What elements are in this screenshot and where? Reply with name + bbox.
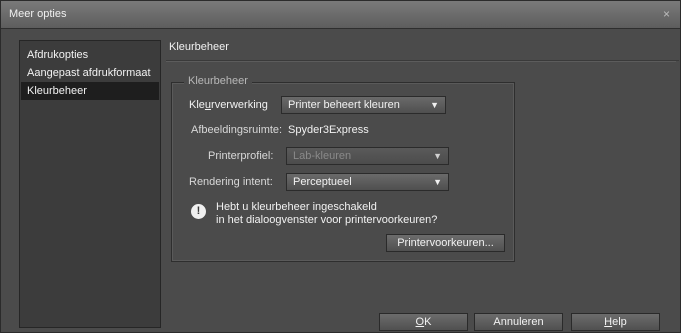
printer-profile-value: Lab-kleuren (293, 150, 352, 162)
info-line-2: in het dialoogvenster voor printervoorke… (216, 214, 438, 226)
sidebar: Afdrukopties Aangepast afdrukformaat Kle… (19, 40, 161, 328)
page-title: Kleurbeheer (166, 40, 679, 61)
more-options-dialog: Meer opties × Afdrukopties Aangepast afd… (0, 0, 681, 333)
image-space-label: Afbeeldingsruimte: (191, 124, 283, 136)
color-handling-label: Kleurverwerking (189, 99, 268, 111)
dialog-title: Meer opties (9, 8, 67, 20)
chevron-down-icon: ▼ (433, 151, 442, 161)
rendering-intent-value: Perceptueel (293, 176, 352, 188)
printer-preferences-button[interactable]: Printervoorkeuren... (386, 234, 505, 252)
printer-profile-dropdown: Lab-kleuren ▼ (286, 147, 449, 165)
color-handling-value: Printer beheert kleuren (288, 99, 400, 111)
info-message: Hebt u kleurbeheer ingeschakeld in het d… (216, 201, 496, 227)
title-divider (166, 61, 676, 62)
cancel-button[interactable]: Annuleren (474, 313, 563, 331)
group-legend: Kleurbeheer (184, 75, 252, 87)
sidebar-item-print-options[interactable]: Afdrukopties (21, 46, 159, 64)
rendering-intent-dropdown[interactable]: Perceptueel ▼ (286, 173, 449, 191)
info-icon: ! (191, 204, 206, 219)
image-space-value: Spyder3Express (288, 124, 369, 136)
sidebar-item-color-management[interactable]: Kleurbeheer (21, 82, 159, 100)
title-bar[interactable]: Meer opties × (1, 1, 680, 29)
ok-button[interactable]: OK (379, 313, 468, 331)
help-button[interactable]: Help (571, 313, 660, 331)
close-icon[interactable]: × (663, 7, 670, 21)
sidebar-item-custom-print-size[interactable]: Aangepast afdrukformaat (21, 64, 159, 82)
info-line-1: Hebt u kleurbeheer ingeschakeld (216, 201, 377, 213)
color-handling-dropdown[interactable]: Printer beheert kleuren ▼ (281, 96, 446, 114)
rendering-intent-label: Rendering intent: (189, 176, 273, 188)
chevron-down-icon: ▼ (433, 177, 442, 187)
chevron-down-icon: ▼ (430, 100, 439, 110)
printer-profile-label: Printerprofiel: (208, 150, 274, 162)
